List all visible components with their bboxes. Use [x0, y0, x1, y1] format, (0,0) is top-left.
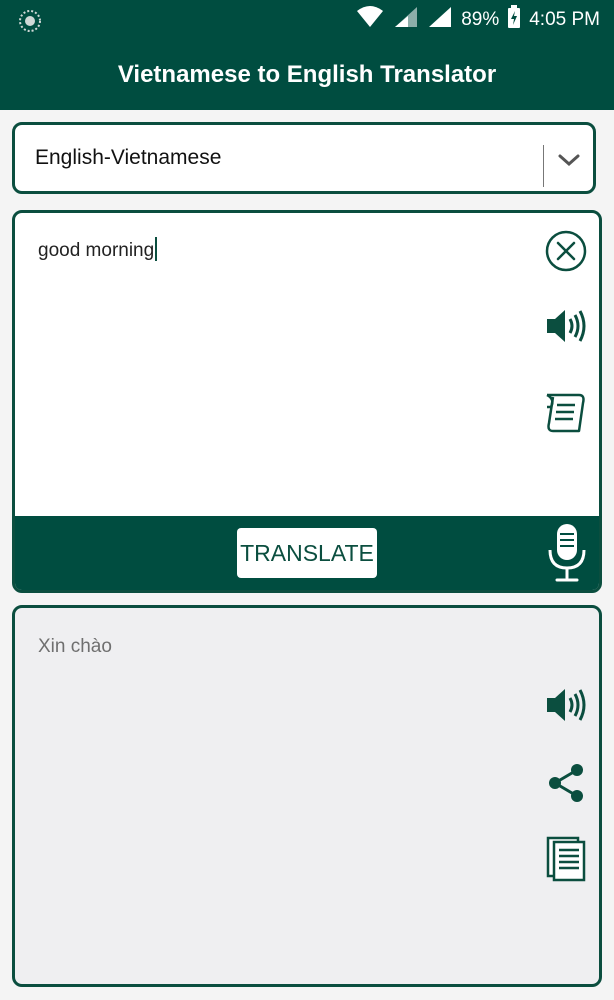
- translate-button[interactable]: TRANSLATE: [237, 528, 377, 578]
- share-icon[interactable]: [547, 763, 585, 808]
- chevron-down-icon[interactable]: [556, 150, 582, 175]
- translated-text: Xin chào: [38, 636, 112, 657]
- source-text-input[interactable]: good morning: [38, 237, 158, 262]
- battery-charging-icon: [507, 5, 521, 35]
- copy-document-icon[interactable]: [546, 836, 586, 887]
- action-strip: TRANSLATE: [15, 516, 599, 590]
- close-circle-icon[interactable]: [544, 229, 588, 278]
- text-caret: [155, 237, 158, 261]
- signal-icon: [393, 5, 419, 35]
- wifi-icon: [355, 5, 385, 35]
- source-text: good morning: [38, 240, 155, 261]
- status-bar: 89% 4:05 PM: [0, 0, 614, 40]
- app-bar: Vietnamese to English Translator: [0, 40, 614, 110]
- app-title: Vietnamese to English Translator: [117, 61, 497, 88]
- battery-percent: 89%: [461, 9, 500, 30]
- language-dropdown[interactable]: English-Vietnamese: [12, 122, 596, 194]
- clock: 4:05 PM: [529, 9, 600, 30]
- paste-scroll-icon[interactable]: [543, 391, 587, 440]
- output-speaker-icon[interactable]: [545, 686, 587, 729]
- speaker-icon[interactable]: [545, 307, 587, 350]
- selected-language: English-Vietnamese: [35, 146, 222, 169]
- microphone-icon[interactable]: [545, 522, 589, 589]
- dropdown-divider: [543, 145, 544, 187]
- signal-icon-2: [427, 5, 453, 35]
- app-notification-icon: [18, 9, 42, 38]
- input-panel: good morning TRANSLATE: [12, 210, 602, 593]
- status-right-group: 89% 4:05 PM: [355, 0, 600, 40]
- output-panel: Xin chào: [12, 605, 602, 987]
